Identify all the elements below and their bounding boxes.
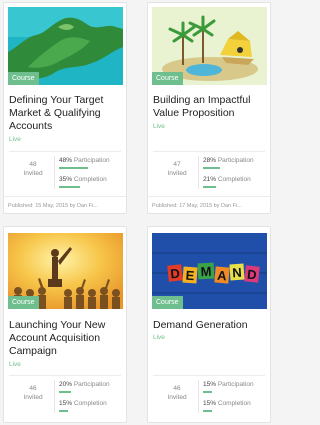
participation-bar bbox=[203, 391, 212, 393]
completion-label: Completion bbox=[217, 176, 251, 183]
completion-label: Completion bbox=[73, 400, 107, 407]
stats-divider bbox=[198, 156, 199, 189]
invited-label: Invited bbox=[23, 170, 43, 177]
invited-label: Invited bbox=[167, 170, 187, 177]
course-card[interactable]: Course Building an Impactful Value Propo… bbox=[147, 2, 271, 214]
completion-bar bbox=[59, 186, 80, 188]
invited-stat: 47 Invited bbox=[161, 160, 193, 178]
invited-stat: 46 Invited bbox=[17, 384, 49, 402]
invited-stat: 46 Invited bbox=[161, 384, 193, 402]
participation-value: 48% bbox=[59, 157, 73, 164]
completion-metric: 15% Completion bbox=[203, 400, 251, 412]
completion-bar bbox=[59, 410, 68, 412]
completion-value: 35% bbox=[59, 176, 73, 183]
participation-bar bbox=[203, 167, 220, 169]
course-badge: Course bbox=[8, 72, 39, 85]
status-label: Live bbox=[9, 136, 21, 143]
course-thumbnail-palms[interactable]: Course bbox=[152, 7, 267, 85]
course-card[interactable]: D E M A N D Course Demand Generation Liv… bbox=[147, 226, 271, 423]
completion-bar bbox=[203, 410, 212, 412]
completion-metric: 21% Completion bbox=[203, 176, 251, 188]
participation-bar bbox=[59, 391, 71, 393]
course-title[interactable]: Launching Your New Account Acquisition C… bbox=[9, 319, 123, 358]
completion-label: Completion bbox=[73, 176, 107, 183]
course-thumbnail-island[interactable]: Course bbox=[8, 7, 123, 85]
course-badge: Course bbox=[152, 296, 183, 309]
participation-value: 20% bbox=[59, 381, 73, 388]
course-card[interactable]: Course Launching Your New Account Acquis… bbox=[3, 226, 127, 423]
stats-divider bbox=[198, 380, 199, 413]
stats-divider bbox=[54, 156, 55, 189]
course-title[interactable]: Demand Generation bbox=[153, 319, 267, 332]
participation-bar bbox=[59, 167, 88, 169]
participation-metric: 48% Participation bbox=[59, 157, 110, 169]
participation-label: Participation bbox=[217, 381, 254, 388]
stats-panel: 48 Invited 48% Participation 35% Complet… bbox=[9, 151, 121, 192]
status-label: Live bbox=[9, 361, 21, 368]
course-title[interactable]: Defining Your Target Market & Qualifying… bbox=[9, 94, 123, 133]
course-thumbnail-demand[interactable]: D E M A N D Course bbox=[152, 233, 267, 309]
stats-panel: 46 Invited 20% Participation 15% Complet… bbox=[9, 375, 121, 416]
invited-label: Invited bbox=[167, 394, 187, 401]
invited-count: 47 bbox=[173, 161, 181, 168]
completion-bar bbox=[203, 186, 216, 188]
participation-value: 28% bbox=[203, 157, 217, 164]
svg-text:D: D bbox=[170, 266, 181, 282]
course-badge: Course bbox=[152, 72, 183, 85]
completion-value: 15% bbox=[59, 400, 73, 407]
invited-count: 46 bbox=[173, 385, 181, 392]
stats-panel: 46 Invited 15% Participation 15% Complet… bbox=[153, 375, 265, 416]
participation-metric: 28% Participation bbox=[203, 157, 254, 169]
participation-metric: 20% Participation bbox=[59, 381, 110, 393]
stats-divider bbox=[54, 380, 55, 413]
participation-label: Participation bbox=[73, 381, 110, 388]
completion-value: 15% bbox=[203, 400, 217, 407]
published-info: Published: 15 May, 2015 by Dan Fi... bbox=[4, 196, 126, 213]
svg-text:D: D bbox=[246, 267, 257, 283]
invited-count: 48 bbox=[29, 161, 37, 168]
participation-metric: 15% Participation bbox=[203, 381, 254, 393]
course-title[interactable]: Building an Impactful Value Proposition bbox=[153, 94, 267, 120]
invited-count: 46 bbox=[29, 385, 37, 392]
svg-text:E: E bbox=[185, 268, 195, 284]
completion-value: 21% bbox=[203, 176, 217, 183]
published-info: Published: 17 May, 2015 by Dan Fi... bbox=[148, 196, 270, 213]
svg-text:N: N bbox=[232, 265, 242, 281]
participation-label: Participation bbox=[73, 157, 110, 164]
stats-panel: 47 Invited 28% Participation 21% Complet… bbox=[153, 151, 265, 192]
invited-label: Invited bbox=[23, 394, 43, 401]
completion-metric: 15% Completion bbox=[59, 400, 107, 412]
course-card[interactable]: Course Defining Your Target Market & Qua… bbox=[3, 2, 127, 214]
completion-metric: 35% Completion bbox=[59, 176, 107, 188]
course-thumbnail-crowd[interactable]: Course bbox=[8, 233, 123, 309]
course-badge: Course bbox=[8, 296, 39, 309]
status-label: Live bbox=[153, 334, 165, 341]
status-label: Live bbox=[153, 123, 165, 130]
participation-value: 15% bbox=[203, 381, 217, 388]
completion-label: Completion bbox=[217, 400, 251, 407]
participation-label: Participation bbox=[217, 157, 254, 164]
svg-text:M: M bbox=[200, 264, 212, 280]
invited-stat: 48 Invited bbox=[17, 160, 49, 178]
